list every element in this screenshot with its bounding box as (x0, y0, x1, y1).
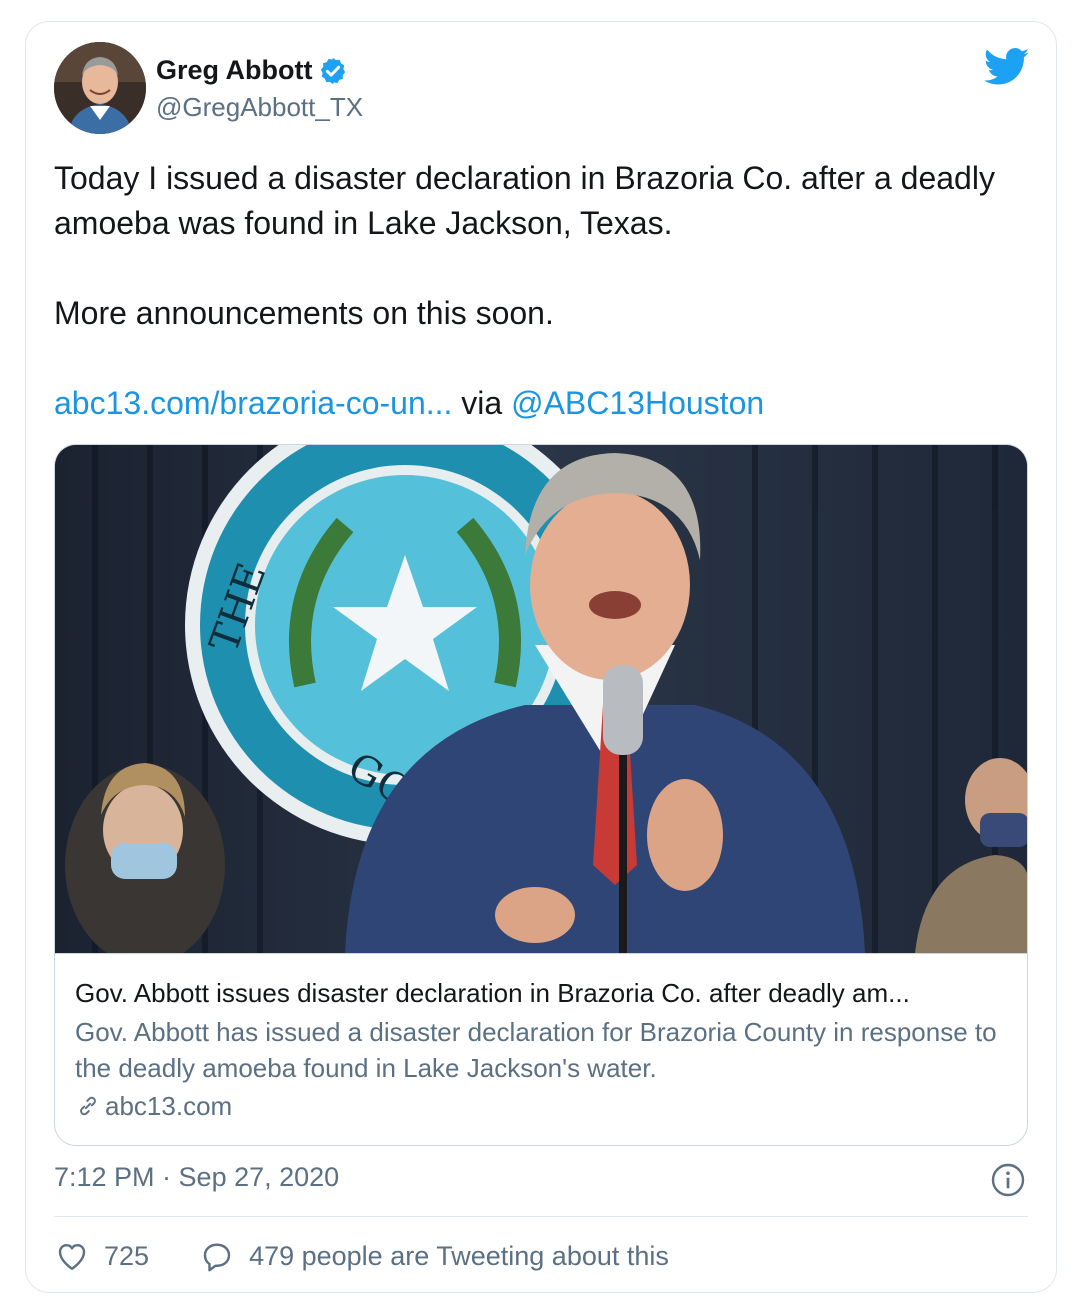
article-image[interactable]: THE GOV (55, 445, 1027, 953)
tweet-timestamp[interactable]: 7:12 PM · Sep 27, 2020 (54, 1162, 339, 1193)
link-preview-card[interactable]: THE GOV Gov. Abbott issues disaster decl… (54, 444, 1028, 1146)
tweet-text: Today I issued a disaster declaration in… (54, 156, 1014, 426)
tweet-body-line2: More announcements on this soon. (54, 295, 554, 331)
reply-text: 479 people are Tweeting about this (249, 1240, 669, 1271)
info-icon[interactable] (990, 1162, 1026, 1198)
divider (54, 1216, 1028, 1217)
preview-description: Gov. Abbott has issued a disaster declar… (75, 1017, 997, 1083)
author-avatar[interactable] (54, 42, 146, 134)
preview-domain-text: abc13.com (105, 1091, 233, 1121)
tweet-link-line: abc13.com/brazoria-co-un... via @ABC13Ho… (54, 381, 1014, 426)
link-preview-text[interactable]: Gov. Abbott issues disaster declaration … (55, 953, 1027, 1145)
like-action[interactable]: 725 (54, 1238, 149, 1274)
tweet-card: Greg Abbott @GregAbbott_TX Today I issue… (25, 21, 1057, 1293)
via-text: via (452, 385, 512, 421)
preview-title: Gov. Abbott issues disaster declaration … (75, 978, 910, 1008)
link-icon (80, 1096, 96, 1116)
mention-link[interactable]: @ABC13Houston (511, 385, 764, 421)
author-handle[interactable]: @GregAbbott_TX (156, 92, 363, 123)
preview-domain: abc13.com (75, 1088, 1007, 1124)
reply-action[interactable]: 479 people are Tweeting about this (199, 1238, 669, 1274)
like-count: 725 (104, 1240, 150, 1271)
heart-icon (58, 1244, 86, 1270)
author-name[interactable]: Greg Abbott (156, 55, 312, 86)
author-name-row: Greg Abbott (156, 55, 348, 86)
twitter-bird-icon[interactable] (984, 48, 1030, 86)
tweet-actions: 725 479 people are Tweeting about this (54, 1236, 669, 1276)
tweet-body-line1: Today I issued a disaster declaration in… (54, 160, 995, 241)
reply-bubble-icon (203, 1243, 231, 1272)
verified-badge-icon (321, 57, 346, 84)
article-link[interactable]: abc13.com/brazoria-co-un... (54, 385, 452, 421)
